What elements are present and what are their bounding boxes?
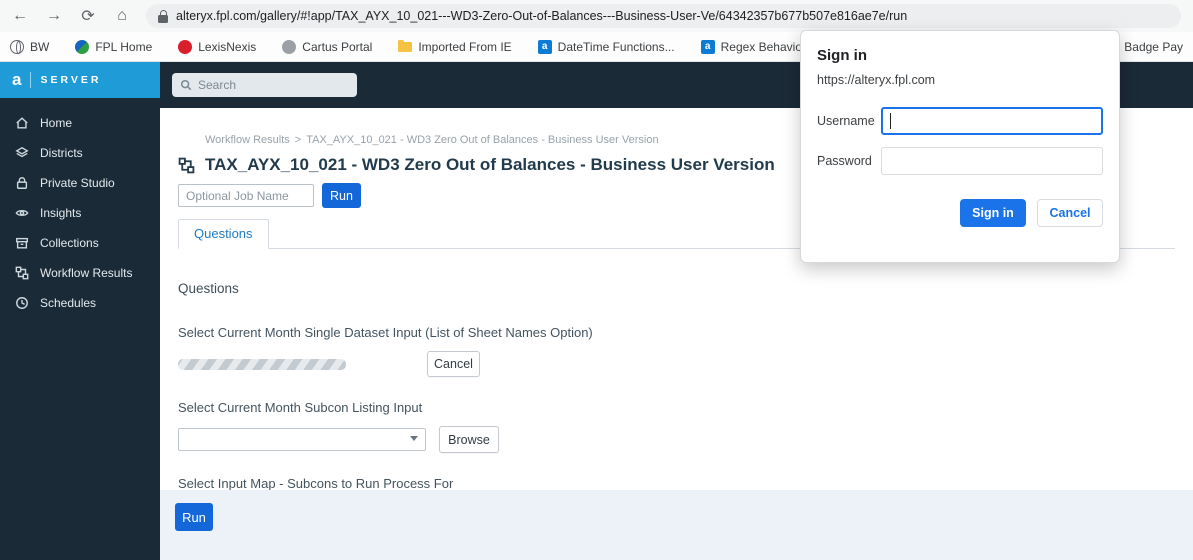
- job-name-input[interactable]: [178, 184, 314, 207]
- breadcrumb-parent[interactable]: Workflow Results: [205, 134, 290, 146]
- password-label: Password: [817, 154, 872, 168]
- dialog-site-url: https://alteryx.fpl.com: [817, 73, 936, 87]
- chevron-down-icon: [410, 436, 418, 441]
- username-input[interactable]: [881, 107, 1103, 135]
- bookmark-lexisnexis[interactable]: LexisNexis: [178, 39, 256, 54]
- search-input[interactable]: [198, 78, 338, 92]
- lock-icon: [16, 177, 28, 189]
- run-button[interactable]: Run: [322, 183, 361, 208]
- footer-bar: Run: [160, 490, 1193, 560]
- workflow-title-icon: [178, 157, 195, 173]
- dialog-cancel-button[interactable]: Cancel: [1037, 199, 1103, 227]
- subcon-listing-select[interactable]: [178, 428, 426, 451]
- sidebar-item-districts[interactable]: Districts: [0, 138, 160, 168]
- text-cursor: [890, 113, 891, 129]
- dialog-buttons: Sign in Cancel: [817, 199, 1103, 227]
- bookmark-cartus-portal[interactable]: Cartus Portal: [282, 39, 372, 54]
- dialog-signin-button[interactable]: Sign in: [960, 199, 1026, 227]
- bookmark-imported-from-ie[interactable]: Imported From IE: [398, 39, 512, 54]
- alteryx-server-logo[interactable]: a SERVER: [0, 62, 160, 98]
- question-2-row: Browse: [178, 426, 1175, 453]
- folder-icon: [398, 39, 413, 54]
- reload-icon[interactable]: ⟳: [74, 2, 102, 30]
- bookmark-regex-behavior[interactable]: a Regex Behavior: [700, 39, 806, 54]
- cartus-favicon: [282, 39, 297, 54]
- sidebar: a SERVER Home Districts Private Studio I…: [0, 62, 160, 560]
- address-bar[interactable]: alteryx.fpl.com/gallery/#!app/TAX_AYX_10…: [146, 4, 1181, 28]
- sidebar-item-schedules[interactable]: Schedules: [0, 288, 160, 318]
- brand-divider: [30, 72, 32, 88]
- alteryx-favicon: a: [537, 39, 552, 54]
- layers-icon: [15, 146, 29, 158]
- browse-button-1[interactable]: Browse: [439, 426, 499, 453]
- question-1-label: Select Current Month Single Dataset Inpu…: [178, 325, 593, 340]
- page-title: TAX_AYX_10_021 - WD3 Zero Out of Balance…: [205, 155, 775, 174]
- back-icon[interactable]: ←: [6, 2, 34, 30]
- home-icon: [16, 117, 28, 129]
- eye-icon: [15, 210, 29, 216]
- alteryx-logo-letter: a: [12, 70, 22, 89]
- username-row: Username: [817, 107, 1103, 135]
- browser-toolbar: ← → ⟳ ⌂ alteryx.fpl.com/gallery/#!app/TA…: [0, 0, 1193, 32]
- bookmark-bw[interactable]: BW: [10, 39, 49, 54]
- sidebar-item-insights[interactable]: Insights: [0, 198, 160, 228]
- brand-name: SERVER: [40, 74, 102, 86]
- questions-section-title: Questions: [178, 281, 239, 296]
- bookmark-fpl-home[interactable]: FPL Home: [75, 39, 152, 54]
- question-3-label: Select Input Map - Subcons to Run Proces…: [178, 476, 454, 490]
- lock-icon: [158, 9, 168, 23]
- fpl-favicon: [75, 39, 90, 54]
- cancel-upload-button[interactable]: Cancel: [427, 351, 480, 377]
- signin-dialog: Sign in https://alteryx.fpl.com Username…: [800, 30, 1120, 263]
- home-icon[interactable]: ⌂: [108, 2, 136, 30]
- dialog-title: Sign in: [817, 47, 867, 64]
- sidebar-item-private-studio[interactable]: Private Studio: [0, 168, 160, 198]
- username-label: Username: [817, 114, 875, 128]
- question-1-row: Cancel: [178, 351, 1175, 377]
- box-icon: [16, 237, 28, 249]
- question-2-label: Select Current Month Subcon Listing Inpu…: [178, 400, 423, 415]
- sidebar-item-collections[interactable]: Collections: [0, 228, 160, 258]
- tab-questions[interactable]: Questions: [178, 219, 269, 249]
- breadcrumb-current: TAX_AYX_10_021 - WD3 Zero Out of Balance…: [306, 134, 659, 146]
- password-input[interactable]: [881, 147, 1103, 175]
- alteryx-favicon: a: [700, 39, 715, 54]
- forward-icon[interactable]: →: [40, 2, 68, 30]
- footer-run-button[interactable]: Run: [175, 503, 213, 531]
- search-icon: [180, 79, 192, 91]
- loading-progress-bar: [178, 358, 346, 370]
- sidebar-item-home[interactable]: Home: [0, 108, 160, 138]
- clock-icon: [16, 297, 28, 309]
- url-text: alteryx.fpl.com/gallery/#!app/TAX_AYX_10…: [176, 9, 908, 23]
- sidebar-nav: Home Districts Private Studio Insights C…: [0, 98, 160, 318]
- lexisnexis-favicon: [178, 39, 193, 54]
- search-box[interactable]: [172, 73, 357, 97]
- workflow-icon: [15, 266, 29, 280]
- bookmark-datetime-functions[interactable]: a DateTime Functions...: [537, 39, 675, 54]
- sidebar-item-workflow-results[interactable]: Workflow Results: [0, 258, 160, 288]
- globe-icon: [10, 39, 24, 54]
- password-row: Password: [817, 147, 1103, 175]
